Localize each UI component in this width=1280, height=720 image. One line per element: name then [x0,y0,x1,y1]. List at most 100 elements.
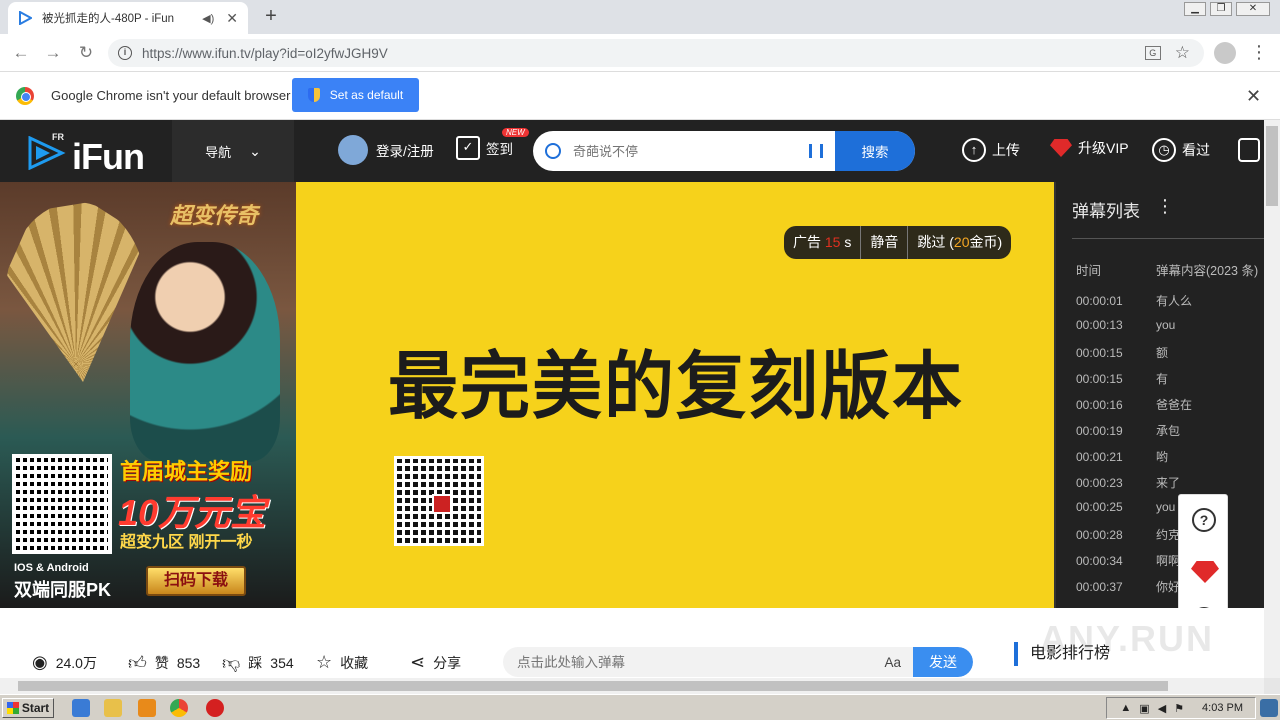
dislike-button[interactable]: 👎︎ 踩 354 [222,652,294,674]
danmaku-time: 00:00:15 [1076,346,1123,360]
help-icon[interactable]: ? [1192,508,1216,532]
vip-link[interactable]: 升级VIP [1050,138,1129,158]
upload-link[interactable]: ↑ 上传 [962,138,1020,162]
more-options-icon[interactable]: ⋮ [1156,196,1174,217]
pk-text: 双端同服PK [14,580,112,600]
horizontal-scroll-thumb[interactable] [18,681,1168,691]
upload-label: 上传 [992,142,1020,158]
minimize-button[interactable]: ▁ [1184,2,1206,16]
flag-icon[interactable]: ⚑ [1174,702,1184,715]
tab-title: 被光抓走的人-480P - iFun [42,13,175,25]
browser-toolbar: ← → ↻ i https://www.ifun.tv/play?id=oI2y… [0,34,1280,72]
calendar-check-icon: ✓ [456,136,480,160]
video-action-bar: ANY.RUN ◉ 24.0万 👍︎ 赞 853 👎︎ 踩 354 ☆ 收藏 ⋖… [0,608,1264,678]
bookmark-star-icon[interactable]: ☆ [1175,43,1190,63]
search-input[interactable] [573,143,809,159]
danmaku-row[interactable]: 00:00:19 承包 [1076,422,1180,439]
danmaku-row[interactable]: 00:00:15 额 [1076,344,1168,361]
character-graphic [130,242,280,462]
danmaku-row[interactable]: 00:00:23 来了 [1076,474,1180,491]
vertical-scrollbar[interactable] [1264,120,1280,678]
video-player[interactable]: 广告 15 s 静音 跳过 (20金币) 最完美的复刻版本 [296,182,1054,608]
speaker-icon[interactable]: ◀) [202,12,214,25]
mute-button[interactable]: 静音 [861,226,909,259]
ie-icon[interactable] [72,699,90,717]
skip-ad-button[interactable]: 跳过 (20金币) [908,226,1011,259]
login-link[interactable]: 登录/注册 [338,135,434,165]
url-text[interactable]: https://www.ifun.tv/play?id=oI2yfwJGH9V [142,46,1145,61]
danmaku-text: 来了 [1156,476,1181,490]
danmaku-text: 爸爸在 [1156,398,1193,412]
browser-tab[interactable]: 被光抓走的人-480P - iFun ◀) ✕ [8,2,248,34]
danmaku-row[interactable]: 00:00:15 有 [1076,370,1168,387]
like-button[interactable]: 👍︎ 赞 853 [128,652,200,674]
back-button[interactable]: ← [8,41,34,65]
divider [1072,238,1264,239]
danmaku-row[interactable]: 00:00:37 你好 [1076,578,1180,595]
chrome-menu-icon[interactable]: ⋮ [1250,42,1268,64]
danmaku-time: 00:00:34 [1076,554,1123,568]
clock-icon: ◷ [1152,138,1176,162]
danmaku-row[interactable]: 00:00:21 哟 [1076,448,1168,465]
danmaku-panel: 弹幕列表 ⋮ 时间 弹幕内容(2023 条) 00:00:01 有人么 00:00:… [1054,182,1264,608]
new-tab-button[interactable]: + [260,5,282,27]
danmaku-row[interactable]: 00:00:25 you [1076,500,1175,514]
danmaku-time: 00:00:01 [1076,294,1123,308]
reload-button[interactable]: ↻ [73,41,99,65]
restore-button[interactable]: ❐ [1210,2,1232,16]
history-link[interactable]: ◷ 看过 [1152,138,1210,162]
vertical-scroll-thumb[interactable] [1266,126,1278,206]
site-info-icon[interactable]: i [118,46,132,60]
danmaku-text: 约克 [1156,528,1181,542]
horizontal-scrollbar[interactable] [0,678,1264,694]
nav-dropdown[interactable]: 导航 ⌄ [172,120,294,182]
message-icon[interactable] [1238,138,1260,162]
nav-label: 导航 [205,144,232,160]
infobar-close-icon[interactable]: ✕ [1246,86,1261,107]
profile-avatar[interactable] [1214,42,1236,64]
start-button[interactable]: Start [2,698,54,718]
favorite-button[interactable]: ☆ 收藏 [316,652,368,673]
send-danmaku-button[interactable]: 发送 [913,647,973,677]
danmaku-row[interactable]: 00:00:34 啊啊 [1076,552,1180,569]
volume-icon[interactable]: ◀ [1158,702,1166,715]
movie-rank-heading: 电影排行榜 [1014,642,1110,666]
danmaku-input[interactable] [503,654,885,670]
show-desktop-icon[interactable] [1260,699,1278,717]
media-player-icon[interactable] [138,699,156,717]
share-button[interactable]: ⋖ 分享 [410,652,461,673]
danmaku-row[interactable]: 00:00:28 约克 [1076,526,1180,543]
danmaku-text: 有 [1156,372,1169,386]
scan-download-button[interactable]: 扫码下载 [146,566,246,596]
danmaku-row[interactable]: 00:00:01 有人么 [1076,292,1192,309]
chrome-logo-icon [16,87,34,105]
tray-arrow-icon[interactable]: ▲ [1120,702,1131,714]
signin-button[interactable]: ✓ 签到 [456,136,513,160]
set-as-default-button[interactable]: Set as default [292,78,419,112]
font-style-toggle[interactable]: Aa [884,655,901,670]
danmaku-row[interactable]: 00:00:13 you [1076,318,1175,332]
chrome-taskbar-icon[interactable] [170,699,188,717]
danmaku-time: 00:00:13 [1076,318,1123,332]
left-banner-ad[interactable]: 超变传奇 首届城主奖励 10万元宝 超变九区 刚开一秒 IOS & Androi… [0,182,296,608]
vip-gem-icon[interactable] [1191,561,1219,583]
vip-gem-icon [1050,139,1072,157]
system-tray: ▲ ▣ ◀ ⚑ 4:03 PM [1106,697,1256,719]
network-icon[interactable]: ▣ [1139,702,1149,715]
windows-logo-icon [6,702,19,714]
eye-icon: ◉ [32,652,48,672]
forward-button[interactable]: → [40,41,66,65]
search-button[interactable]: 搜索 [835,131,915,171]
voice-search-icon[interactable] [809,144,823,158]
site-header: FR iFun 导航 ⌄ 登录/注册 ✓ 签到 搜索 ↑ 上传 升级VIP ◷ … [0,120,1264,182]
folder-icon[interactable] [104,699,122,717]
danmaku-row[interactable]: 00:00:16 爸爸在 [1076,396,1192,413]
tab-close-icon[interactable]: ✕ [226,10,238,27]
scroll-corner [1264,678,1280,694]
address-bar[interactable]: i https://www.ifun.tv/play?id=oI2yfwJGH9… [108,39,1204,67]
translate-icon[interactable]: G [1144,46,1161,60]
security-app-icon[interactable] [206,699,224,717]
window-close-button[interactable]: ✕ [1236,2,1270,16]
ad-headline: 最完美的复刻版本 [388,345,964,428]
ifun-logo[interactable]: FR iFun [26,132,156,177]
